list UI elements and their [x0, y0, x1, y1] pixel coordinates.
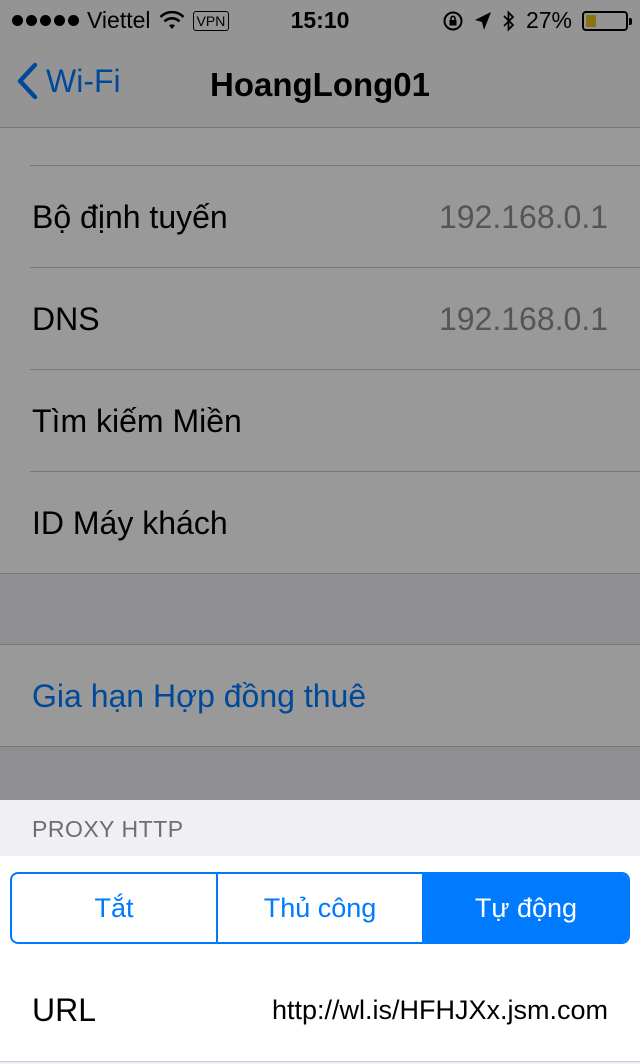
dns-row[interactable]: DNS 192.168.0.1	[0, 268, 640, 370]
proxy-option-off[interactable]: Tắt	[12, 874, 216, 942]
url-label: URL	[32, 992, 97, 1028]
renew-lease-label: Gia hạn Hợp đồng thuê	[32, 677, 367, 714]
row-value: 192.168.0.1	[438, 198, 608, 235]
proxy-sheet: PROXY HTTP Tắt Thủ công Tự động URL http…	[0, 800, 640, 1064]
proxy-option-manual[interactable]: Thủ công	[216, 874, 422, 942]
renew-group: Gia hạn Hợp đồng thuê	[0, 644, 640, 747]
battery-percent: 27%	[525, 7, 572, 33]
row-label: Bộ định tuyến	[32, 198, 228, 235]
url-field[interactable]: http://wl.is/HFHJXx.jsm.com	[272, 995, 608, 1026]
client-id-row[interactable]: ID Máy khách	[0, 472, 640, 574]
renew-lease-button[interactable]: Gia hạn Hợp đồng thuê	[0, 645, 640, 747]
battery-icon	[582, 10, 632, 31]
page-title: HoangLong01	[210, 66, 430, 103]
ip-settings-group: Bộ định tuyến 192.168.0.1 DNS 192.168.0.…	[0, 128, 640, 574]
proxy-section-header: PROXY HTTP	[32, 816, 184, 842]
row-label	[32, 151, 41, 166]
row-label: DNS	[32, 300, 100, 337]
router-row[interactable]: Bộ định tuyến 192.168.0.1	[0, 166, 640, 268]
bluetooth-icon	[503, 9, 515, 32]
rotation-lock-icon	[443, 11, 463, 30]
battery-fill	[586, 14, 597, 27]
navigation-bar: Wi-Fi HoangLong01	[0, 40, 640, 128]
table-row	[0, 128, 640, 166]
location-icon	[474, 11, 491, 30]
status-right: 27%	[442, 7, 632, 34]
proxy-url-row[interactable]: URL http://wl.is/HFHJXx.jsm.com	[0, 960, 640, 1062]
proxy-mode-segmented-control: Tắt Thủ công Tự động	[10, 872, 630, 944]
row-label: Tìm kiếm Miền	[32, 402, 242, 439]
proxy-mode-cell: Tắt Thủ công Tự động	[0, 856, 640, 960]
row-value: 192.168.0.1	[438, 300, 608, 337]
row-label: ID Máy khách	[32, 504, 228, 541]
status-bar: Viettel VPN 15:10 27%	[0, 0, 640, 40]
screen: Viettel VPN 15:10 27% Wi-Fi HoangLong01 …	[0, 0, 640, 1064]
proxy-option-auto[interactable]: Tự động	[422, 874, 628, 942]
search-domains-row[interactable]: Tìm kiếm Miền	[0, 370, 640, 472]
